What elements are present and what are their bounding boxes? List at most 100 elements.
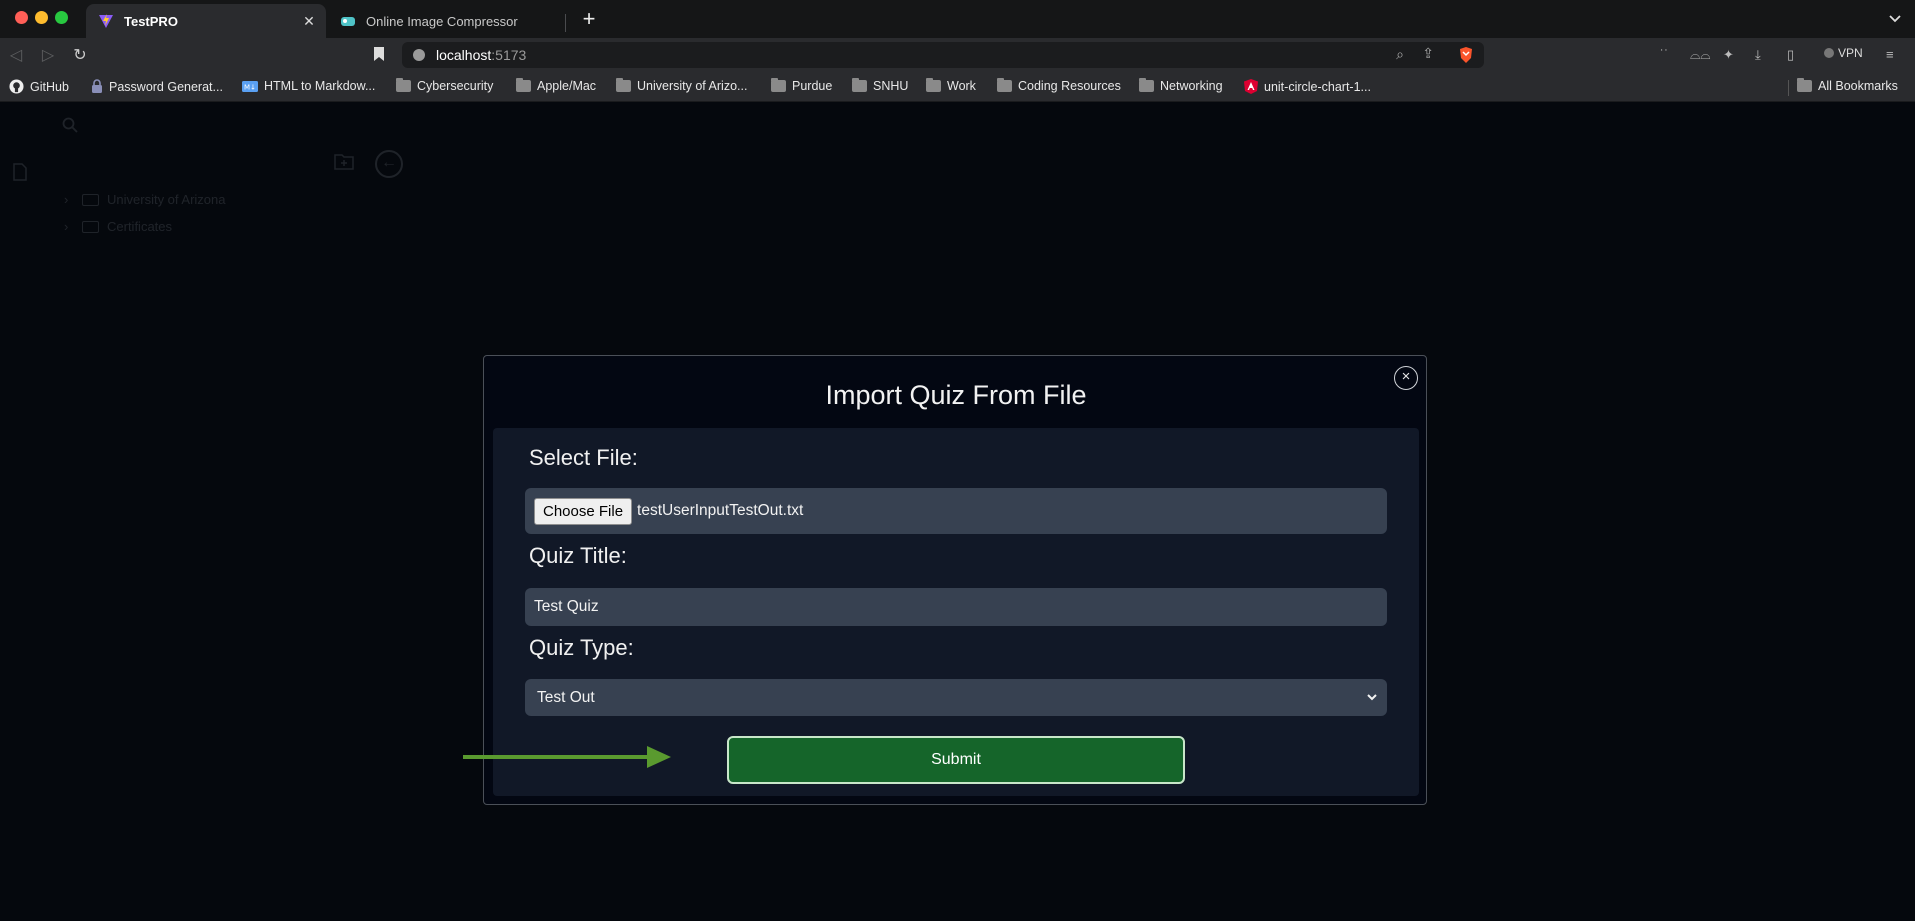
folder-icon [396,78,411,92]
bookmark-folder-apple-mac[interactable]: Apple/Mac [516,78,597,93]
bookmark-label: Password Generat... [109,79,223,94]
bookmark-folder-work[interactable]: Work [926,78,976,93]
all-bookmarks-button[interactable]: All Bookmarks [1797,78,1898,93]
bookmark-label: Work [947,79,976,93]
angular-icon [1244,79,1258,94]
file-icon [12,163,28,181]
bookmark-folder-purdue[interactable]: Purdue [771,78,833,93]
folder-icon [997,78,1012,92]
tab-testpro[interactable]: TestPRO ✕ [86,4,326,38]
quiz-type-label: Quiz Type: [529,635,634,660]
url-port: :5173 [491,47,527,63]
modal-title: Import Quiz From File [825,380,1087,410]
window-minimize-button[interactable] [35,11,48,24]
quiz-title-label: Quiz Title: [529,543,627,568]
tree-item: › University of Arizona [64,192,226,207]
quiz-type-select[interactable]: Test Out [525,679,1387,716]
new-folder-icon [334,152,354,170]
tab-image-compressor[interactable]: Online Image Compressor [328,4,566,38]
chevron-down-icon [1365,690,1379,704]
tab-title: TestPRO [124,13,178,29]
reload-icon[interactable]: ↻ [70,46,90,66]
bookmark-label: GitHub [30,79,69,94]
extensions-icon[interactable]: ✦ [1723,47,1734,63]
bookmark-folder-networking[interactable]: Networking [1139,78,1223,93]
select-file-label: Select File: [529,445,638,470]
tree-item: › Certificates [64,219,172,234]
tab-bar: TestPRO ✕ Online Image Compressor + [0,0,1915,38]
url-host: localhost [436,47,492,63]
bookmark-label: Apple/Mac [537,79,597,93]
bookmark-label: HTML to Markdow... [264,79,376,93]
address-bar[interactable]: localhost:5173 ⌕ ⇪ [402,42,1484,68]
bookmark-password-generator[interactable]: Password Generat... [91,79,223,94]
bookmark-folder-coding-resources[interactable]: Coding Resources [997,78,1121,93]
bookmark-label: Networking [1160,79,1223,93]
folder-icon [82,193,99,206]
bookmark-label: Purdue [792,79,833,93]
submit-button[interactable]: Submit [727,736,1185,784]
brave-shields-icon[interactable] [1458,46,1474,64]
bookmark-folder-snhu[interactable]: SNHU [852,78,909,93]
bookmarks-bar: GitHub Password Generat... M↓ HTML to Ma… [0,72,1915,102]
menu-icon[interactable]: ≡ [1886,47,1894,62]
bookmark-label: SNHU [873,79,909,93]
browser-toolbar: ◁ ▷ ↻ localhost:5173 ⌕ ⇪ ˙˙ ⌓⌓ ✦ ⤓ ▯ VPN… [0,38,1915,72]
site-info-icon[interactable] [413,49,425,61]
compressor-icon [340,13,356,29]
quiz-type-value: Test Out [537,688,595,706]
window-close-button[interactable] [15,11,28,24]
tab-title: Online Image Compressor [366,13,518,29]
bookmark-icon[interactable] [372,46,390,64]
folder-icon [1139,78,1154,92]
glasses-icon[interactable]: ⌓⌓ [1690,47,1711,63]
download-icon[interactable]: ⤓ [1755,47,1761,63]
folder-icon [616,78,631,92]
bookmark-label: All Bookmarks [1818,79,1898,93]
folder-icon [771,78,786,92]
bookmark-html-to-markdown[interactable]: M↓ HTML to Markdow... [242,79,375,93]
folder-icon [82,220,99,233]
forward-icon[interactable]: ▷ [38,46,58,66]
tab-divider [565,14,566,32]
file-input[interactable]: Choose File testUserInputTestOut.txt [525,488,1387,534]
bookmark-github[interactable]: GitHub [9,79,69,94]
folder-icon [852,78,867,92]
bookmark-folder-cybersecurity[interactable]: Cybersecurity [396,78,494,93]
sidebar-dimmed: ← › University of Arizona › Certificates [0,102,420,352]
bookmark-folder-university-of-arizona[interactable]: University of Arizo... [616,78,747,93]
chevron-right-icon: › [64,219,69,234]
extension-dots-icon[interactable]: ˙˙ [1660,47,1669,62]
window-zoom-button[interactable] [55,11,68,24]
folder-icon [1797,78,1812,92]
url-text: localhost:5173 [436,47,526,63]
close-icon[interactable]: ✕ [300,13,318,30]
choose-file-button[interactable]: Choose File [534,497,633,525]
github-icon [9,79,24,94]
import-quiz-modal: × Import Quiz From File Select File: Cho… [483,355,1427,805]
folder-icon [516,78,531,92]
zoom-icon[interactable]: ⌕ [1396,46,1404,63]
back-arrow-icon: ← [375,150,403,178]
search-icon [62,117,78,133]
bookmark-unit-circle-chart[interactable]: unit-circle-chart-1... [1244,79,1371,94]
bookmark-label: Coding Resources [1018,79,1121,93]
sidebar-toggle-icon[interactable]: ▯ [1787,47,1794,63]
modal-form: Select File: Choose File testUserInputTe… [493,428,1419,796]
vite-icon [98,13,114,29]
md-icon: M↓ [242,80,258,92]
new-tab-button[interactable]: + [578,8,600,30]
tree-item-label: University of Arizona [107,192,226,207]
tree-item-label: Certificates [107,219,173,234]
share-icon[interactable]: ⇪ [1422,45,1434,62]
selected-file-name: testUserInputTestOut.txt [637,502,804,519]
back-icon[interactable]: ◁ [6,46,26,66]
quiz-title-input[interactable] [525,588,1387,626]
chevron-right-icon: › [64,192,69,207]
bookmark-label: Cybersecurity [417,79,494,93]
chevron-down-icon[interactable] [1889,12,1901,26]
vpn-status-icon [1824,48,1834,58]
vpn-label: VPN [1838,46,1863,60]
bookmarks-divider [1788,80,1789,96]
vpn-button[interactable]: VPN [1824,46,1863,60]
